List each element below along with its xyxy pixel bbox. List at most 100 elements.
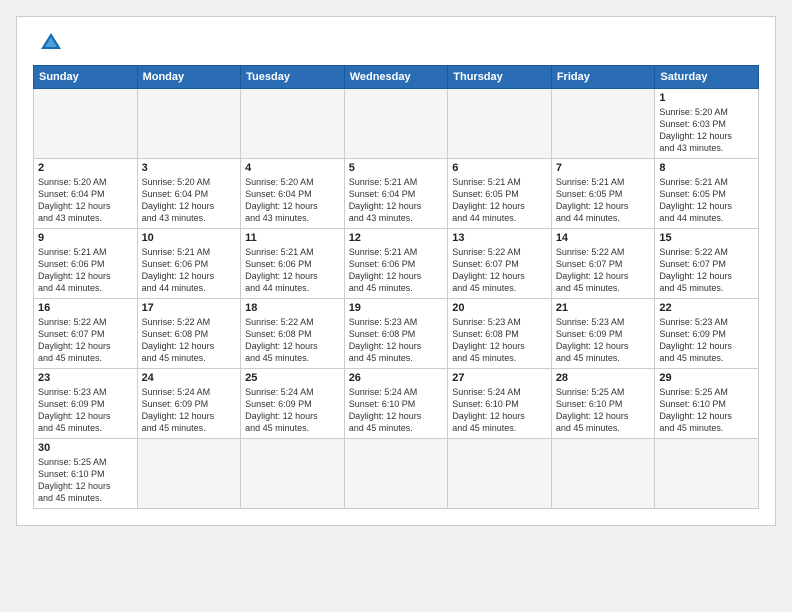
day-cell: 16 Sunrise: 5:22 AMSunset: 6:07 PMDayligh… <box>34 299 138 369</box>
day-info: Sunrise: 5:22 AMSunset: 6:07 PMDaylight:… <box>556 246 651 295</box>
day-info: Sunrise: 5:21 AMSunset: 6:06 PMDaylight:… <box>349 246 444 295</box>
day-info: Sunrise: 5:24 AMSunset: 6:09 PMDaylight:… <box>142 386 237 435</box>
day-number: 14 <box>556 232 651 244</box>
day-cell: 27 Sunrise: 5:24 AMSunset: 6:10 PMDayligh… <box>448 369 552 439</box>
day-cell <box>344 439 448 509</box>
weekday-header-saturday: Saturday <box>655 66 759 89</box>
day-cell: 24 Sunrise: 5:24 AMSunset: 6:09 PMDayligh… <box>137 369 241 439</box>
day-number: 2 <box>38 162 133 174</box>
day-number: 18 <box>245 302 340 314</box>
day-cell: 29 Sunrise: 5:25 AMSunset: 6:10 PMDayligh… <box>655 369 759 439</box>
day-number: 22 <box>659 302 754 314</box>
day-number: 27 <box>452 372 547 384</box>
day-info: Sunrise: 5:21 AMSunset: 6:05 PMDaylight:… <box>659 176 754 225</box>
day-cell: 7Sunrise: 5:21 AMSunset: 6:05 PMDaylight… <box>551 159 655 229</box>
day-number: 8 <box>659 162 754 174</box>
day-cell: 13 Sunrise: 5:22 AMSunset: 6:07 PMDayligh… <box>448 229 552 299</box>
day-cell: 8 Sunrise: 5:21 AMSunset: 6:05 PMDaylight… <box>655 159 759 229</box>
day-cell: 10Sunrise: 5:21 AMSunset: 6:06 PMDayligh… <box>137 229 241 299</box>
day-cell: 11 Sunrise: 5:21 AMSunset: 6:06 PMDayligh… <box>241 229 345 299</box>
weekday-header-monday: Monday <box>137 66 241 89</box>
day-info: Sunrise: 5:24 AMSunset: 6:09 PMDaylight:… <box>245 386 340 435</box>
day-cell: 12 Sunrise: 5:21 AMSunset: 6:06 PMDayligh… <box>344 229 448 299</box>
day-info: Sunrise: 5:20 AMSunset: 6:04 PMDaylight:… <box>142 176 237 225</box>
day-number: 19 <box>349 302 444 314</box>
day-info: Sunrise: 5:25 AMSunset: 6:10 PMDaylight:… <box>38 456 133 505</box>
day-number: 30 <box>38 442 133 454</box>
day-info: Sunrise: 5:22 AMSunset: 6:07 PMDaylight:… <box>659 246 754 295</box>
day-number: 7 <box>556 162 651 174</box>
day-number: 12 <box>349 232 444 244</box>
day-info: Sunrise: 5:24 AMSunset: 6:10 PMDaylight:… <box>452 386 547 435</box>
day-info: Sunrise: 5:25 AMSunset: 6:10 PMDaylight:… <box>659 386 754 435</box>
day-number: 16 <box>38 302 133 314</box>
day-cell <box>34 89 138 159</box>
day-number: 1 <box>659 92 754 104</box>
day-cell: 1 Sunrise: 5:20 AMSunset: 6:03 PMDaylight… <box>655 89 759 159</box>
day-cell <box>551 439 655 509</box>
day-cell: 15 Sunrise: 5:22 AMSunset: 6:07 PMDayligh… <box>655 229 759 299</box>
day-cell: 22Sunrise: 5:23 AMSunset: 6:09 PMDayligh… <box>655 299 759 369</box>
day-cell: 25 Sunrise: 5:24 AMSunset: 6:09 PMDayligh… <box>241 369 345 439</box>
day-info: Sunrise: 5:21 AMSunset: 6:05 PMDaylight:… <box>452 176 547 225</box>
day-cell: 5Sunrise: 5:21 AMSunset: 6:04 PMDaylight… <box>344 159 448 229</box>
day-number: 5 <box>349 162 444 174</box>
day-info: Sunrise: 5:23 AMSunset: 6:08 PMDaylight:… <box>452 316 547 365</box>
day-number: 11 <box>245 232 340 244</box>
day-info: Sunrise: 5:22 AMSunset: 6:07 PMDaylight:… <box>452 246 547 295</box>
day-number: 17 <box>142 302 237 314</box>
day-cell: 4 Sunrise: 5:20 AMSunset: 6:04 PMDaylight… <box>241 159 345 229</box>
day-info: Sunrise: 5:23 AMSunset: 6:09 PMDaylight:… <box>556 316 651 365</box>
day-info: Sunrise: 5:23 AMSunset: 6:08 PMDaylight:… <box>349 316 444 365</box>
logo-icon <box>37 29 65 57</box>
day-cell: 18 Sunrise: 5:22 AMSunset: 6:08 PMDayligh… <box>241 299 345 369</box>
day-cell <box>551 89 655 159</box>
day-info: Sunrise: 5:24 AMSunset: 6:10 PMDaylight:… <box>349 386 444 435</box>
day-info: Sunrise: 5:22 AMSunset: 6:08 PMDaylight:… <box>142 316 237 365</box>
day-number: 6 <box>452 162 547 174</box>
logo <box>33 29 65 57</box>
day-cell <box>655 439 759 509</box>
day-number: 13 <box>452 232 547 244</box>
day-info: Sunrise: 5:20 AMSunset: 6:03 PMDaylight:… <box>659 106 754 155</box>
header <box>33 29 759 57</box>
day-cell: 2Sunrise: 5:20 AMSunset: 6:04 PMDaylight… <box>34 159 138 229</box>
weekday-header-wednesday: Wednesday <box>344 66 448 89</box>
day-number: 15 <box>659 232 754 244</box>
day-info: Sunrise: 5:22 AMSunset: 6:08 PMDaylight:… <box>245 316 340 365</box>
day-cell <box>344 89 448 159</box>
day-cell: 9 Sunrise: 5:21 AMSunset: 6:06 PMDaylight… <box>34 229 138 299</box>
day-cell: 17 Sunrise: 5:22 AMSunset: 6:08 PMDayligh… <box>137 299 241 369</box>
day-cell: 20 Sunrise: 5:23 AMSunset: 6:08 PMDayligh… <box>448 299 552 369</box>
day-cell: 3Sunrise: 5:20 AMSunset: 6:04 PMDaylight… <box>137 159 241 229</box>
day-number: 26 <box>349 372 444 384</box>
day-info: Sunrise: 5:22 AMSunset: 6:07 PMDaylight:… <box>38 316 133 365</box>
day-cell: 6 Sunrise: 5:21 AMSunset: 6:05 PMDaylight… <box>448 159 552 229</box>
day-number: 24 <box>142 372 237 384</box>
day-cell: 19 Sunrise: 5:23 AMSunset: 6:08 PMDayligh… <box>344 299 448 369</box>
week-row-3: 9 Sunrise: 5:21 AMSunset: 6:06 PMDaylight… <box>34 229 759 299</box>
day-number: 10 <box>142 232 237 244</box>
week-row-1: 1 Sunrise: 5:20 AMSunset: 6:03 PMDaylight… <box>34 89 759 159</box>
day-info: Sunrise: 5:20 AMSunset: 6:04 PMDaylight:… <box>245 176 340 225</box>
week-row-4: 16 Sunrise: 5:22 AMSunset: 6:07 PMDayligh… <box>34 299 759 369</box>
day-number: 4 <box>245 162 340 174</box>
day-cell <box>137 89 241 159</box>
day-number: 25 <box>245 372 340 384</box>
weekday-header-friday: Friday <box>551 66 655 89</box>
day-cell: 26 Sunrise: 5:24 AMSunset: 6:10 PMDayligh… <box>344 369 448 439</box>
week-row-5: 23Sunrise: 5:23 AMSunset: 6:09 PMDayligh… <box>34 369 759 439</box>
day-number: 9 <box>38 232 133 244</box>
day-cell: 23Sunrise: 5:23 AMSunset: 6:09 PMDayligh… <box>34 369 138 439</box>
week-row-2: 2 Sunrise: 5:20 AMSunset: 6:04 PMDaylight… <box>34 159 759 229</box>
day-number: 20 <box>452 302 547 314</box>
day-info: Sunrise: 5:21 AMSunset: 6:06 PMDaylight:… <box>38 246 133 295</box>
weekday-header-sunday: Sunday <box>34 66 138 89</box>
day-info: Sunrise: 5:23 AMSunset: 6:09 PMDaylight:… <box>38 386 133 435</box>
week-row-6: 30 Sunrise: 5:25 AMSunset: 6:10 PMDayligh… <box>34 439 759 509</box>
day-number: 29 <box>659 372 754 384</box>
weekday-header-row: SundayMondayTuesdayWednesdayThursdayFrid… <box>34 66 759 89</box>
day-info: Sunrise: 5:25 AMSunset: 6:10 PMDaylight:… <box>556 386 651 435</box>
day-info: Sunrise: 5:21 AMSunset: 6:06 PMDaylight:… <box>245 246 340 295</box>
calendar-table: SundayMondayTuesdayWednesdayThursdayFrid… <box>33 65 759 509</box>
